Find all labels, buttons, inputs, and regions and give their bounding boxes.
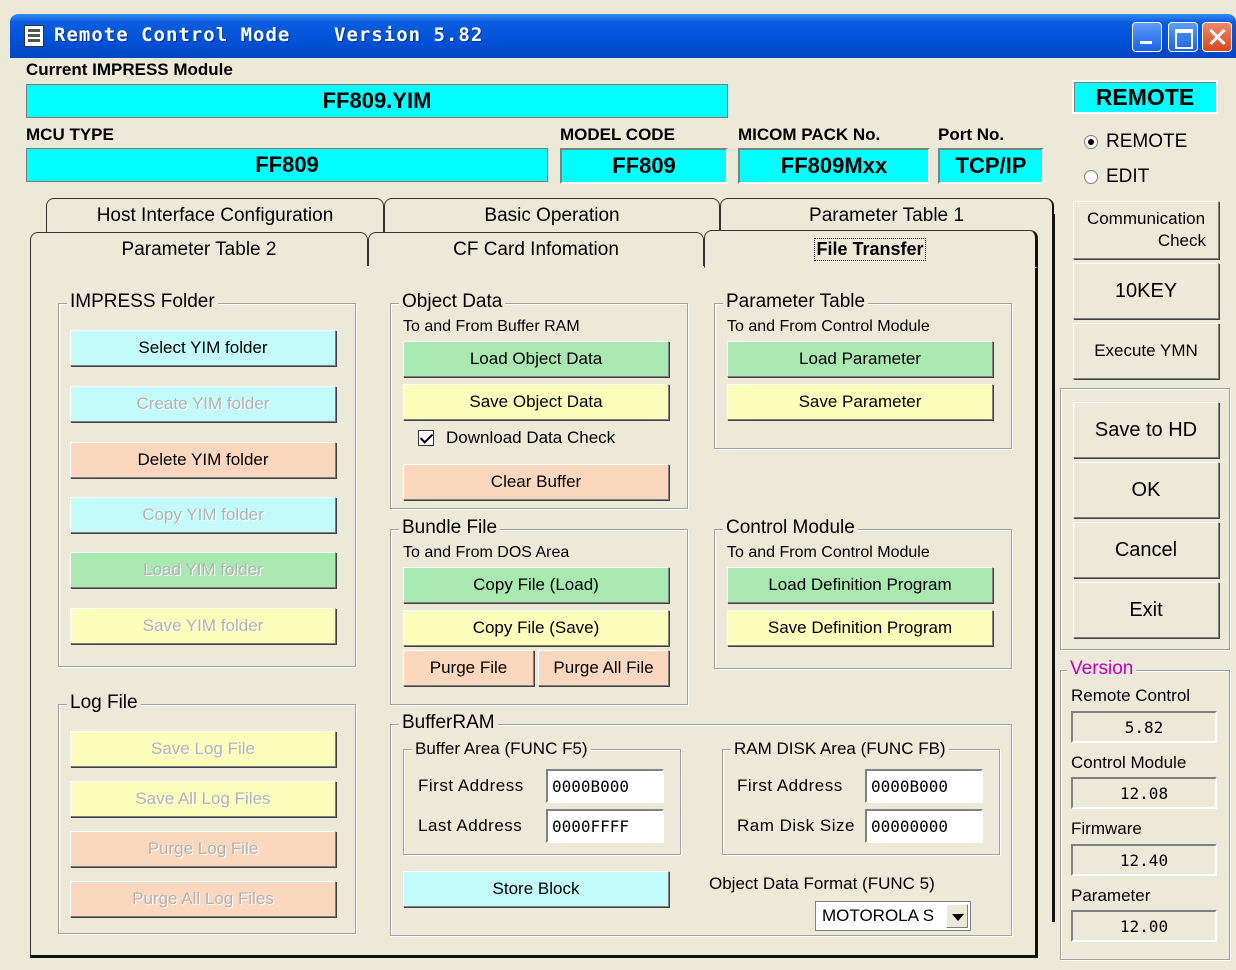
radio-remote-indicator[interactable] — [1084, 135, 1098, 149]
ram-disk-size-label: Ram Disk Size — [737, 816, 855, 835]
buffer-area-title: Buffer Area (FUNC F5) — [412, 739, 591, 759]
micom-pack-field: FF809Mxx — [738, 148, 930, 184]
communication-check-line2: Check — [1157, 231, 1206, 250]
parameter-table-subtitle: To and From Control Module — [727, 318, 930, 335]
execute-ymn-button[interactable]: Execute YMN — [1073, 323, 1219, 379]
load-definition-program-button[interactable]: Load Definition Program — [727, 567, 993, 603]
tab-file-transfer[interactable]: File Transfer — [704, 230, 1038, 268]
save-log-file-button[interactable]: Save Log File — [70, 731, 336, 767]
ok-button[interactable]: OK — [1073, 462, 1219, 518]
control-module-version-field: 12.08 — [1071, 777, 1217, 809]
exit-button[interactable]: Exit — [1073, 582, 1219, 638]
parameter-version-field: 12.00 — [1071, 910, 1217, 942]
create-yim-folder-button[interactable]: Create YIM folder — [70, 386, 336, 422]
radio-edit-label: EDIT — [1106, 166, 1150, 187]
version-title: Version — [1067, 658, 1137, 680]
model-code-field: FF809 — [560, 148, 728, 184]
save-object-data-button[interactable]: Save Object Data — [403, 384, 669, 420]
bundle-file-title: Bundle File — [399, 517, 501, 539]
object-data-format-label: Object Data Format (FUNC 5) — [709, 874, 935, 893]
copy-file-save-button[interactable]: Copy File (Save) — [403, 610, 669, 646]
buffer-last-address-label: Last Address — [418, 816, 523, 835]
close-button[interactable] — [1202, 22, 1232, 52]
object-data-format-select[interactable]: MOTOROLA S — [815, 901, 971, 931]
load-parameter-button[interactable]: Load Parameter — [727, 341, 993, 377]
purge-all-log-files-button[interactable]: Purge All Log Files — [70, 881, 336, 917]
tab-file-transfer-label: File Transfer — [814, 237, 926, 261]
control-module-version-label: Control Module — [1071, 753, 1187, 772]
communication-check-line1: Communication — [1086, 209, 1206, 228]
object-data-title: Object Data — [399, 291, 506, 313]
clear-buffer-button[interactable]: Clear Buffer — [403, 464, 669, 500]
micom-pack-label: MICOM PACK No. — [738, 125, 881, 144]
save-all-log-files-button[interactable]: Save All Log Files — [70, 781, 336, 817]
save-to-hd-button[interactable]: Save to HD — [1073, 402, 1219, 458]
download-data-check-label: Download Data Check — [446, 428, 616, 447]
firmware-version-field: 12.40 — [1071, 844, 1217, 876]
ram-disk-size-input[interactable]: 00000000 — [865, 809, 983, 843]
port-field: TCP/IP — [938, 148, 1044, 184]
bundle-file-subtitle: To and From DOS Area — [403, 544, 570, 561]
download-data-check-checkbox[interactable] — [418, 430, 434, 446]
model-code-label: MODEL CODE — [560, 125, 675, 144]
object-data-subtitle: To and From Buffer RAM — [403, 318, 580, 335]
parameter-table-title: Parameter Table — [723, 291, 869, 313]
tenkey-button[interactable]: 10KEY — [1073, 263, 1219, 319]
ram-disk-first-address-input[interactable]: 0000B000 — [865, 769, 983, 803]
title-bar[interactable]: Remote Control Mode Version 5.82 — [10, 14, 1236, 58]
remote-control-version-field: 5.82 — [1071, 711, 1217, 743]
communication-check-button[interactable]: Communication Check — [1073, 201, 1219, 259]
mcu-type-field: FF809 — [26, 148, 548, 182]
firmware-version-label: Firmware — [1071, 819, 1142, 838]
object-data-format-value: MOTOROLA S — [822, 906, 935, 925]
select-yim-folder-button[interactable]: Select YIM folder — [70, 330, 336, 366]
delete-yim-folder-button[interactable]: Delete YIM folder — [70, 442, 336, 478]
buffer-ram-title: BufferRAM — [399, 712, 498, 734]
chevron-down-icon[interactable] — [946, 904, 968, 928]
app-icon — [24, 25, 44, 47]
copy-file-load-button[interactable]: Copy File (Load) — [403, 567, 669, 603]
radio-edit-indicator[interactable] — [1084, 170, 1098, 184]
save-definition-program-button[interactable]: Save Definition Program — [727, 610, 993, 646]
tab-host-interface[interactable]: Host Interface Configuration — [46, 198, 384, 232]
tab-cf-card[interactable]: CF Card Infomation — [368, 232, 704, 266]
tab-basic-operation[interactable]: Basic Operation — [384, 198, 720, 232]
remote-control-version-label: Remote Control — [1071, 686, 1191, 705]
module-field: FF809.YIM — [26, 84, 728, 118]
window-title: Remote Control Mode — [54, 24, 291, 46]
purge-all-file-button[interactable]: Purge All File — [538, 650, 669, 686]
save-yim-folder-button[interactable]: Save YIM folder — [70, 608, 336, 644]
log-file-title: Log File — [67, 692, 141, 714]
tab-parameter-table-1[interactable]: Parameter Table 1 — [720, 198, 1054, 232]
ram-disk-first-address-label: First Address — [737, 776, 843, 795]
parameter-version-label: Parameter — [1071, 886, 1151, 905]
mcu-type-label: MCU TYPE — [26, 125, 114, 144]
load-object-data-button[interactable]: Load Object Data — [403, 341, 669, 377]
buffer-last-address-input[interactable]: 0000FFFF — [546, 809, 664, 843]
buffer-first-address-label: First Address — [418, 776, 524, 795]
impress-folder-title: IMPRESS Folder — [67, 291, 218, 313]
copy-yim-folder-button[interactable]: Copy YIM folder — [70, 497, 336, 533]
radio-remote[interactable]: REMOTE — [1084, 131, 1187, 153]
load-yim-folder-button[interactable]: Load YIM folder — [70, 552, 336, 588]
radio-edit[interactable]: EDIT — [1084, 166, 1149, 188]
minimize-button[interactable] — [1132, 22, 1162, 52]
mode-badge: REMOTE — [1072, 80, 1218, 114]
store-block-button[interactable]: Store Block — [403, 871, 669, 907]
control-module-title: Control Module — [723, 517, 858, 539]
module-label: Current IMPRESS Module — [26, 60, 233, 79]
tab-frame-shadow — [1052, 214, 1055, 922]
maximize-button[interactable] — [1168, 22, 1198, 52]
ram-disk-title: RAM DISK Area (FUNC FB) — [731, 739, 949, 759]
buffer-first-address-input[interactable]: 0000B000 — [546, 769, 664, 803]
purge-file-button[interactable]: Purge File — [403, 650, 534, 686]
purge-log-file-button[interactable]: Purge Log File — [70, 831, 336, 867]
control-module-subtitle: To and From Control Module — [727, 544, 930, 561]
cancel-button[interactable]: Cancel — [1073, 522, 1219, 578]
radio-remote-label: REMOTE — [1106, 131, 1188, 152]
port-label: Port No. — [938, 125, 1005, 144]
tab-parameter-table-2[interactable]: Parameter Table 2 — [30, 232, 368, 266]
save-parameter-button[interactable]: Save Parameter — [727, 384, 993, 420]
window-version: Version 5.82 — [334, 24, 484, 46]
